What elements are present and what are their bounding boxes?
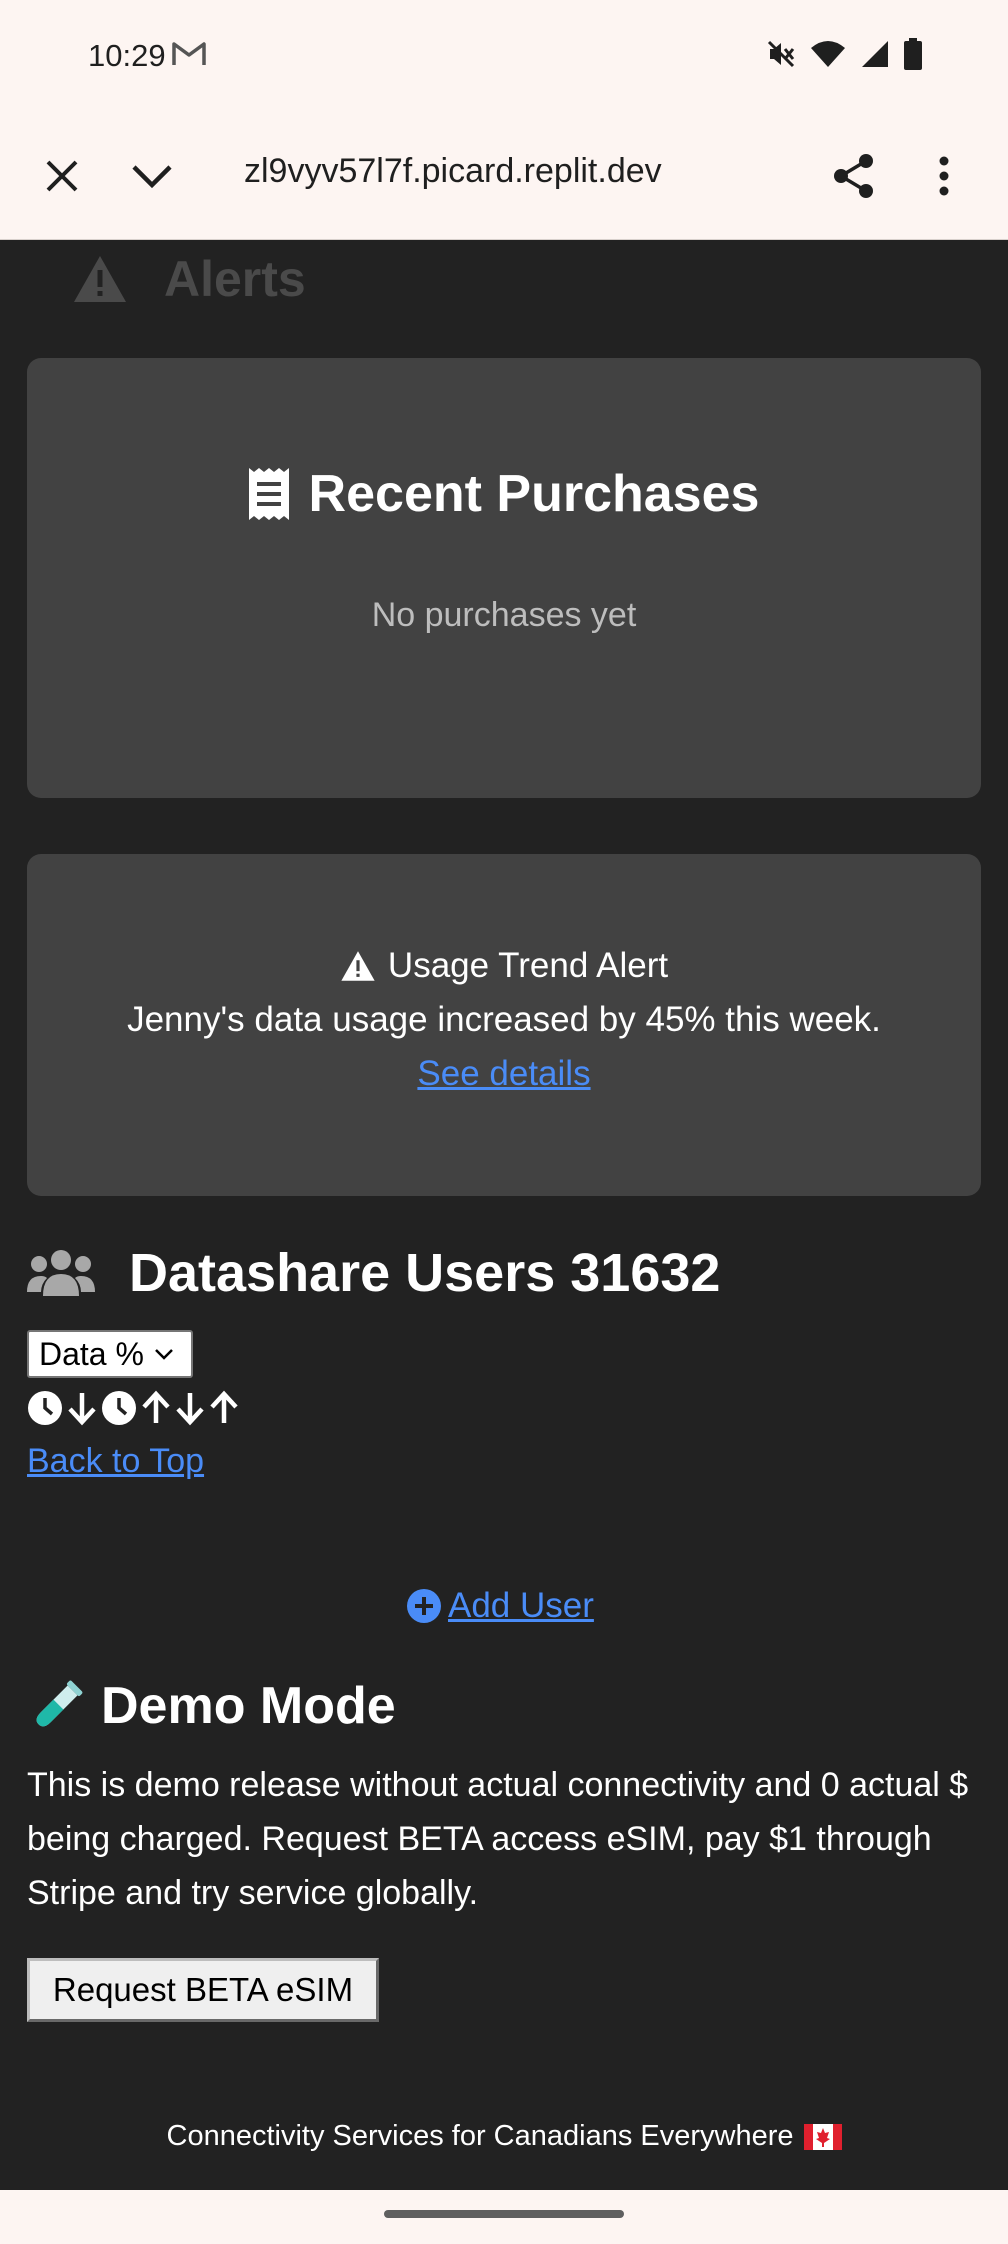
more-options-button[interactable] — [920, 152, 968, 200]
alerts-heading: Alerts — [72, 250, 306, 308]
gesture-nav-bar — [0, 2190, 1008, 2244]
demo-mode-heading: Demo Mode — [27, 1676, 396, 1736]
footer: Connectivity Services for Canadians Ever… — [0, 2120, 1008, 2153]
more-vert-icon — [939, 156, 949, 196]
share-button[interactable] — [830, 152, 878, 200]
add-user-label: Add User — [448, 1586, 594, 1625]
usage-alert-body: Jenny's data usage increased by 45% this… — [127, 1000, 881, 1039]
test-tube-icon — [36, 1680, 83, 1727]
signal-icon — [862, 41, 888, 67]
datashare-title: Datashare Users 31632 — [129, 1243, 721, 1303]
close-icon — [46, 160, 78, 192]
receipt-icon — [248, 468, 289, 520]
status-time: 10:29 — [88, 38, 166, 73]
browser-toolbar: zl9vyv57l7f.picard.replit.dev — [0, 112, 1008, 240]
plus-circle-icon — [407, 1589, 441, 1623]
back-to-top-link[interactable]: Back to Top — [27, 1442, 204, 1481]
page-content: Alerts Recent Purchases No purchases yet… — [0, 240, 1008, 2190]
recent-purchases-title: Recent Purchases — [308, 465, 760, 523]
request-beta-esim-button[interactable]: Request BETA eSIM — [27, 1958, 379, 2022]
usage-alert-title: Usage Trend Alert — [387, 946, 669, 985]
see-details-link[interactable]: See details — [0, 1054, 1008, 1094]
gmail-icon — [172, 42, 206, 65]
alerts-title: Alerts — [164, 251, 306, 307]
sort-select-value: Data % — [39, 1335, 144, 1372]
warning-icon — [74, 256, 126, 302]
users-icon — [27, 1250, 95, 1296]
add-user-link[interactable]: Add User — [406, 1586, 594, 1626]
url-bar[interactable]: zl9vyv57l7f.picard.replit.dev — [244, 152, 662, 191]
status-bar: 10:29 — [0, 0, 1008, 112]
recent-purchases-heading: Recent Purchases — [0, 464, 1008, 524]
home-gesture-handle[interactable] — [384, 2210, 624, 2218]
warning-icon — [341, 951, 375, 981]
recent-purchases-empty: No purchases yet — [371, 596, 637, 634]
sort-controls — [27, 1390, 239, 1426]
status-icons — [766, 38, 922, 70]
arrow-down-icon[interactable] — [175, 1390, 205, 1426]
usage-alert-heading: Usage Trend Alert — [0, 946, 1008, 986]
close-tab-button[interactable] — [38, 152, 86, 200]
clock-icon[interactable] — [101, 1390, 137, 1426]
footer-text: Connectivity Services for Canadians Ever… — [166, 2120, 794, 2152]
canada-flag-icon — [803, 2123, 842, 2150]
datashare-heading: Datashare Users 31632 — [27, 1242, 720, 1304]
mute-icon — [767, 40, 795, 68]
share-icon — [834, 154, 873, 198]
arrow-up-icon[interactable] — [141, 1390, 171, 1426]
chevron-down-icon — [132, 165, 172, 189]
demo-mode-title: Demo Mode — [101, 1677, 396, 1735]
collapse-button[interactable] — [128, 152, 176, 200]
arrow-down-icon[interactable] — [67, 1390, 97, 1426]
demo-mode-description: This is demo release without actual conn… — [27, 1766, 969, 1912]
clock-icon[interactable] — [27, 1390, 63, 1426]
chevron-down-icon — [155, 1349, 173, 1360]
arrow-up-icon[interactable] — [209, 1390, 239, 1426]
wifi-icon — [811, 41, 845, 67]
sort-select[interactable]: Data % — [27, 1330, 193, 1378]
battery-icon — [904, 38, 922, 70]
recent-purchases-card — [27, 358, 981, 798]
